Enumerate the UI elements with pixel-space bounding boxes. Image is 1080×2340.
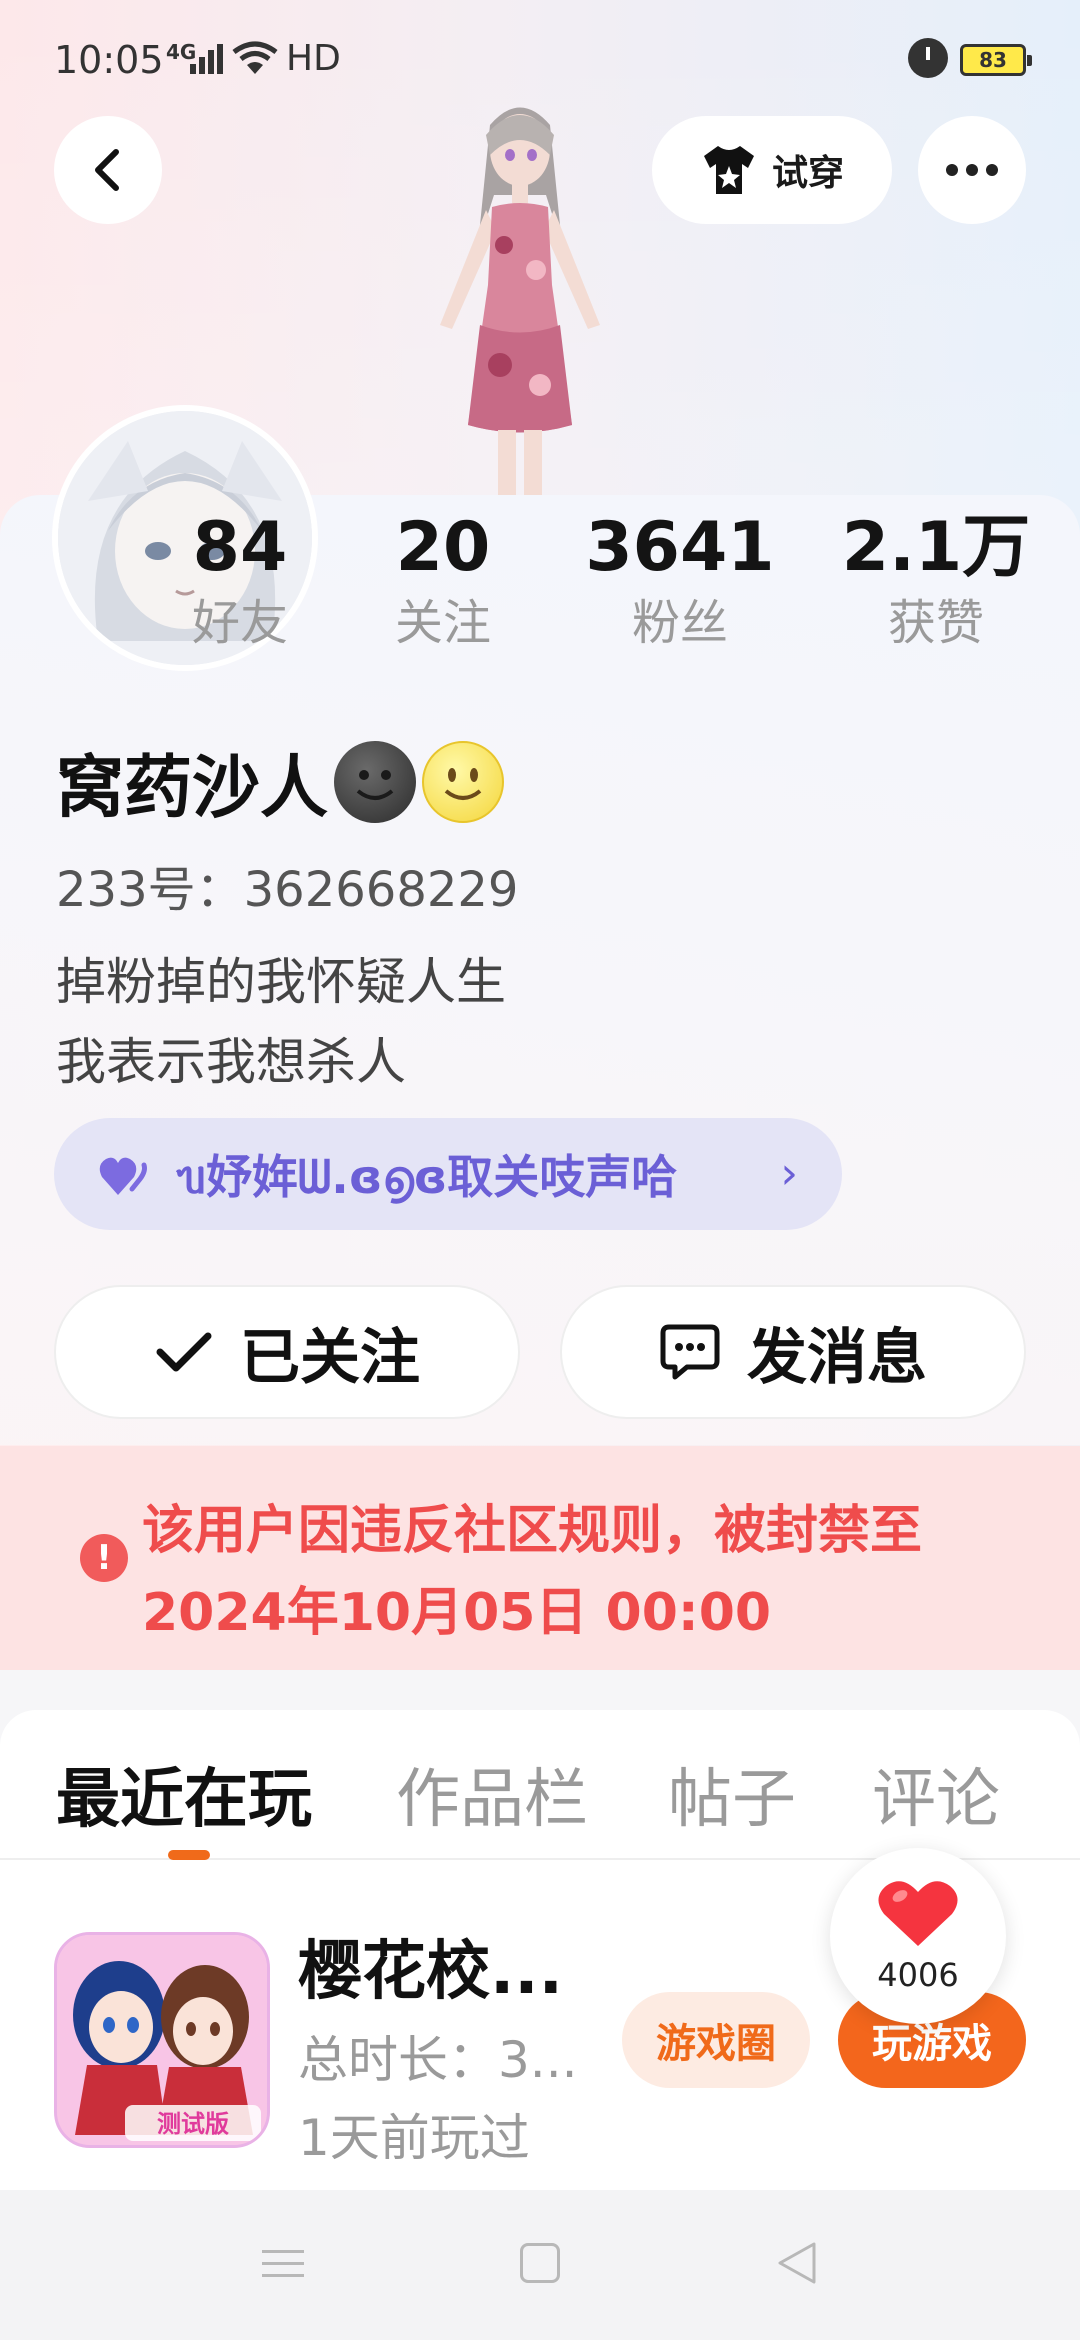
battery-indicator: 83 bbox=[960, 44, 1032, 76]
stat-likes[interactable]: 2.1万 获赞 bbox=[836, 508, 1036, 658]
game-cover-image: 测试版 bbox=[57, 1935, 267, 2145]
stat-label: 关注 bbox=[394, 595, 491, 651]
try-on-label: 试穿 bbox=[771, 153, 844, 194]
bio-line: 掉粉掉的我怀疑人生 bbox=[56, 953, 506, 1011]
try-on-button[interactable]: 试穿 bbox=[652, 116, 892, 224]
back-button[interactable] bbox=[54, 116, 162, 224]
more-dot-icon bbox=[946, 164, 958, 176]
heart-icon bbox=[878, 1881, 958, 1946]
alert-icon: ! bbox=[80, 1534, 128, 1582]
home-icon[interactable] bbox=[520, 2243, 560, 2283]
like-count: 4006 bbox=[877, 1956, 959, 1994]
followed-label: 已关注 bbox=[240, 1322, 420, 1393]
game-icon[interactable]: 测试版 bbox=[54, 1932, 270, 2148]
fan-group-text: ᥔ妤姩ᗯ.ɞ൭ɞ取关吱声哈 bbox=[176, 1150, 678, 1204]
stat-value: 84 bbox=[192, 508, 288, 587]
recent-apps-icon[interactable] bbox=[262, 2246, 304, 2282]
stat-value: 3641 bbox=[585, 508, 775, 587]
more-options-button[interactable] bbox=[918, 116, 1026, 224]
stat-fans[interactable]: 3641 粉丝 bbox=[580, 508, 780, 658]
username-row: 窝药沙人 bbox=[56, 732, 505, 831]
fan-group-pill[interactable]: ᥔ妤姩ᗯ.ɞ൭ɞ取关吱声哈 › bbox=[54, 1118, 842, 1230]
tab-works[interactable]: 作品栏 bbox=[396, 1748, 588, 1840]
active-tab-indicator bbox=[168, 1850, 210, 1860]
game-circle-button[interactable]: 游戏圈 bbox=[622, 1992, 810, 2088]
stat-value: 2.1万 bbox=[841, 508, 1031, 587]
send-message-label: 发消息 bbox=[747, 1322, 927, 1393]
stat-label: 获赞 bbox=[887, 595, 984, 651]
game-playtime: 总时长：3... bbox=[298, 2031, 578, 2089]
tab-posts[interactable]: 帖子 bbox=[668, 1748, 796, 1840]
smiley-icon bbox=[422, 740, 505, 823]
like-bubble[interactable] bbox=[830, 1848, 1006, 2024]
signal-icon bbox=[190, 44, 223, 74]
alarm-icon bbox=[908, 38, 948, 78]
dark-smiley-icon bbox=[334, 740, 417, 823]
hd-indicator: HD bbox=[286, 38, 341, 79]
chevron-right-icon: › bbox=[780, 1148, 798, 1199]
tab-recently-played[interactable]: 最近在玩 bbox=[56, 1748, 312, 1840]
bio-line: 我表示我想杀人 bbox=[56, 1033, 406, 1091]
status-time: 10:05 bbox=[54, 38, 164, 82]
game-last-played: 1天前玩过 bbox=[298, 2109, 530, 2167]
stat-friends[interactable]: 84 好友 bbox=[140, 508, 340, 658]
stat-value: 20 bbox=[395, 508, 491, 587]
heart-pair-icon bbox=[99, 1157, 147, 1195]
chevron-left-icon bbox=[95, 149, 119, 191]
stat-label: 粉丝 bbox=[631, 595, 728, 651]
username: 窝药沙人 bbox=[56, 749, 329, 828]
avatar-3d-character bbox=[440, 107, 600, 495]
tab-comments[interactable]: 评论 bbox=[872, 1748, 1000, 1840]
tshirt-icon bbox=[703, 146, 754, 194]
game-title[interactable]: 樱花校... bbox=[298, 1920, 563, 2012]
stat-label: 好友 bbox=[191, 595, 288, 651]
send-message-button[interactable]: 发消息 bbox=[560, 1285, 1026, 1419]
user-id: 233号：362668229 bbox=[56, 862, 519, 918]
wifi-icon bbox=[232, 41, 278, 74]
checkmark-icon bbox=[156, 1332, 212, 1372]
ban-until-date: 2024年10月05日 00:00 bbox=[142, 1583, 772, 1643]
back-triangle-icon[interactable] bbox=[774, 2240, 820, 2286]
game-badge: 测试版 bbox=[157, 2110, 229, 2138]
ban-message: 该用户因违反社区规则，被封禁至 bbox=[142, 1501, 923, 1561]
stat-following[interactable]: 20 关注 bbox=[343, 508, 543, 658]
chat-bubble-icon bbox=[660, 1324, 720, 1380]
followed-button[interactable]: 已关注 bbox=[54, 1285, 520, 1419]
